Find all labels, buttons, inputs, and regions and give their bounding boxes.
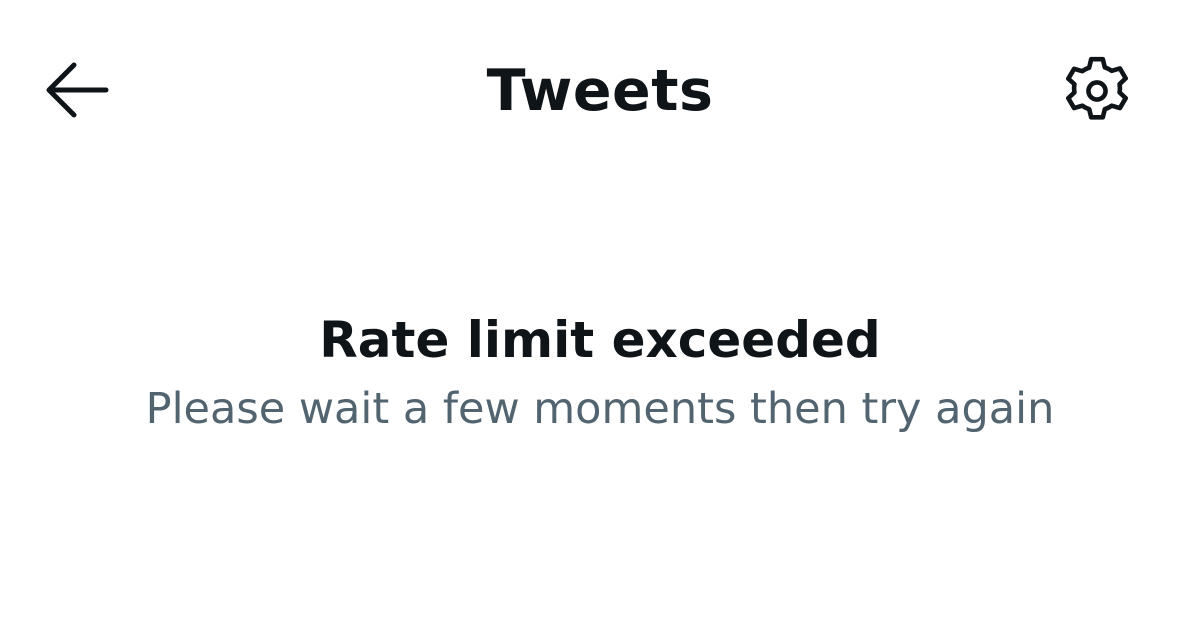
gear-icon: [1065, 56, 1129, 120]
top-app-bar: Tweets: [0, 0, 1200, 180]
rate-limit-message: Rate limit exceeded Please wait a few mo…: [0, 305, 1200, 439]
screen: Tweets Rate limit exceeded Please wait a…: [0, 0, 1200, 632]
message-subtitle: Please wait a few moments then try again: [145, 384, 1055, 434]
page-title: Tweets: [486, 58, 714, 124]
message-title: Rate limit exceeded: [319, 311, 881, 369]
settings-button[interactable]: [1052, 48, 1142, 134]
